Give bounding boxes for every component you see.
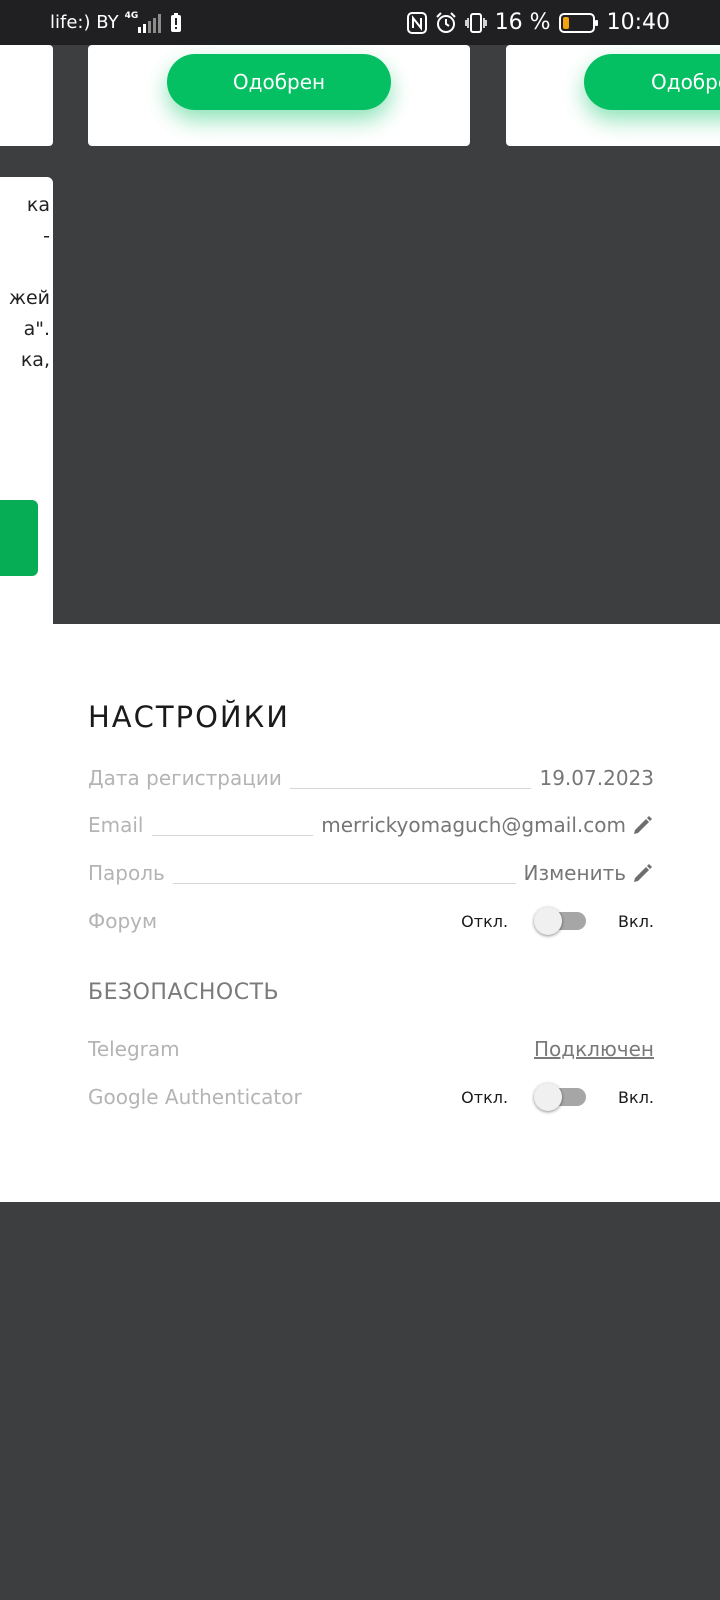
email-value: merrickyomaguch@gmail.com — [321, 813, 626, 837]
toggle-knob — [534, 907, 563, 935]
clock: 10:40 — [606, 10, 670, 35]
vibrate-icon — [464, 12, 487, 34]
battery-percent: 16 % — [494, 10, 551, 35]
card-right: Одобрен — [506, 45, 720, 146]
alarm-icon — [435, 11, 457, 34]
forum-off-label: Откл. — [461, 911, 509, 931]
google-auth-off-label: Откл. — [461, 1087, 509, 1107]
google-auth-label: Google Authenticator — [88, 1085, 302, 1109]
google-auth-toggle[interactable] — [534, 1082, 590, 1112]
card-text-line: ка, — [20, 349, 50, 371]
approved-button-label: Одобрен — [232, 70, 326, 94]
carrier-label: life:) BY — [50, 12, 119, 33]
google-auth-toggle-group: Откл. Вкл. — [461, 1082, 654, 1112]
card-text-line — [0, 252, 50, 283]
forum-row: Форум Откл. Вкл. — [88, 905, 654, 937]
card-left — [0, 45, 53, 146]
forum-toggle-group: Откл. Вкл. — [461, 906, 654, 936]
card-text-line: а". — [23, 318, 50, 340]
telegram-connected-link[interactable]: Подключен — [534, 1037, 654, 1061]
card-text-line: жей — [8, 287, 50, 309]
dotted-leader — [289, 787, 532, 789]
telegram-label: Telegram — [88, 1037, 180, 1061]
settings-panel: НАСТРОЙКИ Дата регистрации 19.07.2023 Em… — [0, 624, 720, 1202]
card-text-line: - — [43, 225, 50, 247]
dotted-leader — [151, 834, 314, 836]
approved-button-label: Одобрен — [651, 70, 720, 94]
google-auth-row: Google Authenticator Откл. Вкл. — [88, 1081, 654, 1113]
settings-title: НАСТРОЙКИ — [88, 700, 290, 734]
card-text-line: ка — [26, 194, 50, 216]
card-action-button[interactable] — [0, 500, 38, 576]
email-label: Email — [88, 813, 144, 837]
registration-label: Дата регистрации — [88, 766, 282, 790]
nfc-icon — [406, 11, 427, 34]
forum-toggle[interactable] — [534, 906, 590, 936]
telegram-row: Telegram Подключен — [88, 1033, 654, 1065]
forum-on-label: Вкл. — [618, 911, 654, 931]
battery-icon — [558, 12, 599, 34]
password-row: Пароль Изменить — [88, 857, 654, 889]
change-password-link[interactable]: Изменить — [524, 861, 627, 885]
network-type-label: 4G — [124, 11, 139, 21]
status-bar: life:) BY 4G 16 % 10:40 — [0, 0, 720, 45]
password-label: Пароль — [88, 861, 165, 885]
status-left: life:) BY 4G — [50, 0, 182, 45]
dotted-leader — [172, 882, 516, 884]
status-right: 16 % 10:40 — [406, 0, 670, 45]
registration-date: 19.07.2023 — [539, 766, 654, 790]
approved-button[interactable]: Одобрен — [584, 54, 720, 110]
card-center: Одобрен — [88, 45, 470, 146]
signal-icon: 4G — [124, 11, 165, 33]
edit-email-pencil-icon[interactable] — [632, 814, 654, 836]
forum-label: Форум — [88, 909, 158, 933]
toggle-knob — [534, 1083, 563, 1111]
card-details-text: ка - жей а". ка, — [0, 190, 50, 376]
registration-row: Дата регистрации 19.07.2023 — [88, 762, 654, 794]
edit-password-pencil-icon[interactable] — [632, 862, 654, 884]
google-auth-on-label: Вкл. — [618, 1087, 654, 1107]
approved-button[interactable]: Одобрен — [167, 54, 391, 110]
email-row: Email merrickyomaguch@gmail.com — [88, 809, 654, 841]
security-title: БЕЗОПАСНОСТЬ — [88, 980, 280, 1005]
battery-alert-icon — [170, 12, 182, 33]
